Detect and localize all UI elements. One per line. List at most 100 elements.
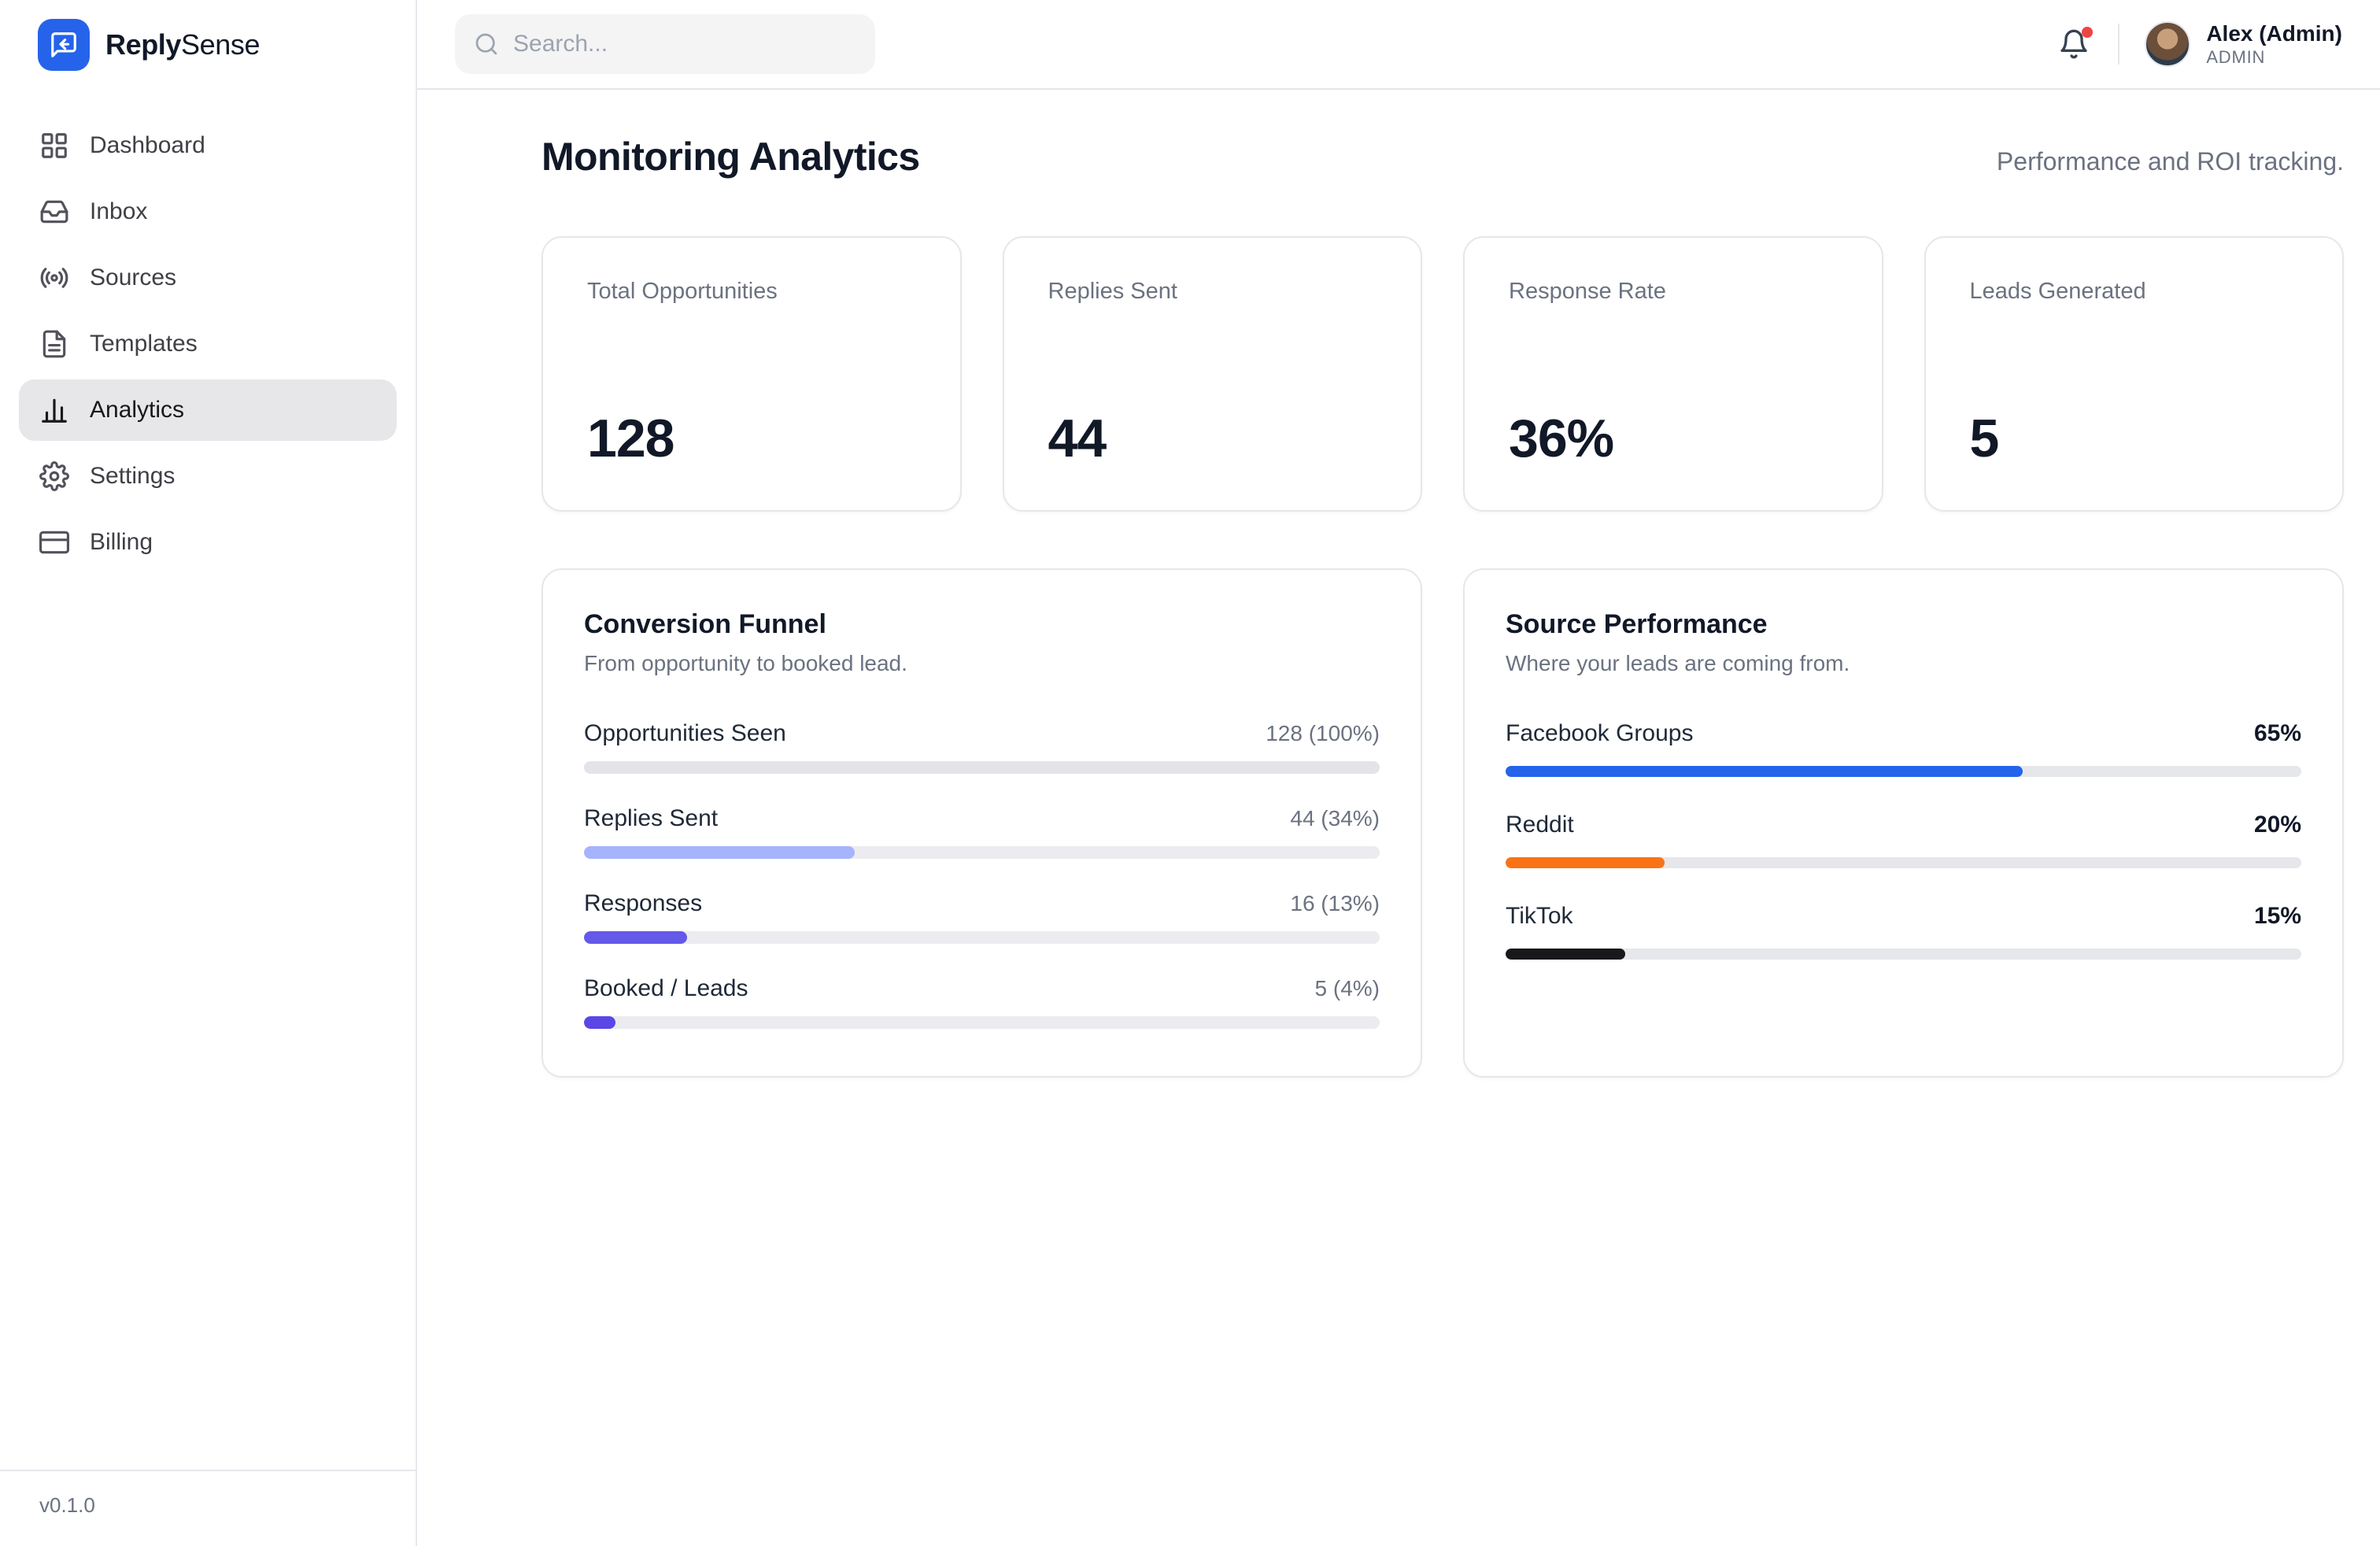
- panels-row: Conversion Funnel From opportunity to bo…: [541, 568, 2344, 1078]
- progress-bar: [584, 1016, 1380, 1029]
- source-row-reddit: Reddit 20%: [1506, 812, 2301, 868]
- progress-bar: [584, 846, 1380, 859]
- progress-bar-fill: [1506, 857, 1665, 868]
- brand-logo-icon: [38, 19, 90, 71]
- user-name: Alex (Admin): [2206, 20, 2342, 47]
- stat-card-replies-sent: Replies Sent 44: [1003, 236, 1423, 512]
- stat-cards: Total Opportunities 128 Replies Sent 44 …: [541, 236, 2344, 512]
- funnel-row-label: Responses: [584, 890, 702, 917]
- topbar-divider: [2118, 24, 2119, 65]
- sidebar-item-label: Dashboard: [90, 132, 205, 159]
- sidebar-item-analytics[interactable]: Analytics: [19, 379, 397, 441]
- content-area: Monitoring Analytics Performance and ROI…: [417, 90, 2380, 1546]
- search-input[interactable]: [513, 31, 856, 57]
- funnel-row-replies-sent: Replies Sent 44 (34%): [584, 805, 1380, 859]
- sidebar-item-settings[interactable]: Settings: [19, 446, 397, 507]
- progress-bar-fill: [584, 846, 855, 859]
- sidebar-item-label: Billing: [90, 529, 153, 556]
- progress-bar: [1506, 766, 2301, 777]
- notifications-button[interactable]: [2055, 25, 2093, 63]
- source-row-label: TikTok: [1506, 903, 1573, 930]
- broadcast-icon: [39, 263, 69, 293]
- panel-title: Source Performance: [1506, 609, 2301, 640]
- document-icon: [39, 329, 69, 359]
- source-performance-panel: Source Performance Where your leads are …: [1463, 568, 2344, 1078]
- sidebar-item-billing[interactable]: Billing: [19, 512, 397, 573]
- source-row-tiktok: TikTok 15%: [1506, 903, 2301, 960]
- panel-subtitle: Where your leads are coming from.: [1506, 651, 2301, 676]
- inbox-icon: [39, 197, 69, 227]
- stat-card-response-rate: Response Rate 36%: [1463, 236, 1883, 512]
- funnel-row-label: Opportunities Seen: [584, 720, 786, 747]
- sidebar-item-dashboard[interactable]: Dashboard: [19, 115, 397, 176]
- sidebar-item-label: Analytics: [90, 397, 184, 423]
- conversion-funnel-panel: Conversion Funnel From opportunity to bo…: [541, 568, 1422, 1078]
- bar-chart-icon: [39, 395, 69, 425]
- funnel-row-value: 128 (100%): [1266, 721, 1380, 746]
- sidebar-item-label: Sources: [90, 264, 176, 291]
- brand-name: ReplySense: [105, 28, 260, 61]
- stat-value: 36%: [1509, 408, 1838, 469]
- source-row-label: Reddit: [1506, 812, 1574, 838]
- stat-label: Leads Generated: [1970, 279, 2299, 305]
- funnel-row-label: Booked / Leads: [584, 975, 748, 1002]
- user-role-badge: ADMIN: [2206, 47, 2342, 68]
- sidebar-item-sources[interactable]: Sources: [19, 247, 397, 309]
- progress-bar-fill: [584, 1016, 615, 1029]
- app-window: ReplySense Dashboard: [0, 0, 2380, 1546]
- source-row-label: Facebook Groups: [1506, 720, 1693, 747]
- progress-bar-fill: [584, 761, 1380, 774]
- user-menu[interactable]: Alex (Admin) ADMIN: [2145, 20, 2342, 68]
- app-version: v0.1.0: [0, 1470, 416, 1546]
- source-row-value: 65%: [2254, 720, 2301, 747]
- topbar: Alex (Admin) ADMIN: [417, 0, 2380, 90]
- stat-value: 5: [1970, 408, 2299, 469]
- funnel-row-value: 5 (4%): [1315, 976, 1380, 1001]
- stat-card-total-opportunities: Total Opportunities 128: [541, 236, 962, 512]
- brand: ReplySense: [0, 0, 416, 90]
- progress-bar: [584, 761, 1380, 774]
- funnel-row-value: 16 (13%): [1290, 891, 1380, 916]
- sidebar-item-label: Templates: [90, 331, 198, 357]
- search-icon: [474, 31, 499, 57]
- panel-title: Conversion Funnel: [584, 609, 1380, 640]
- gear-icon: [39, 461, 69, 491]
- grid-icon: [39, 131, 69, 161]
- sidebar-item-label: Inbox: [90, 198, 147, 225]
- stat-value: 128: [587, 408, 916, 469]
- funnel-row-label: Replies Sent: [584, 805, 718, 832]
- stat-label: Response Rate: [1509, 279, 1838, 305]
- funnel-row-booked-leads: Booked / Leads 5 (4%): [584, 975, 1380, 1029]
- funnel-row-opportunities-seen: Opportunities Seen 128 (100%): [584, 720, 1380, 774]
- notification-dot: [2082, 27, 2093, 38]
- funnel-row-responses: Responses 16 (13%): [584, 890, 1380, 944]
- page-title: Monitoring Analytics: [541, 134, 920, 179]
- page-subtitle: Performance and ROI tracking.: [1997, 147, 2344, 176]
- sidebar-nav: Dashboard Inbox: [0, 90, 416, 1470]
- progress-bar-fill: [584, 931, 687, 944]
- search-box[interactable]: [455, 14, 875, 74]
- stat-card-leads-generated: Leads Generated 5: [1924, 236, 2345, 512]
- topbar-right: Alex (Admin) ADMIN: [2055, 20, 2342, 68]
- source-row-facebook-groups: Facebook Groups 65%: [1506, 720, 2301, 777]
- stat-label: Total Opportunities: [587, 279, 916, 305]
- sidebar: ReplySense Dashboard: [0, 0, 417, 1546]
- credit-card-icon: [39, 527, 69, 557]
- page-header: Monitoring Analytics Performance and ROI…: [541, 134, 2344, 179]
- source-row-value: 15%: [2254, 903, 2301, 930]
- progress-bar: [1506, 949, 2301, 960]
- progress-bar: [1506, 857, 2301, 868]
- avatar: [2145, 21, 2190, 67]
- sidebar-item-templates[interactable]: Templates: [19, 313, 397, 375]
- sidebar-item-label: Settings: [90, 463, 175, 490]
- funnel-row-value: 44 (34%): [1290, 806, 1380, 831]
- main-column: Alex (Admin) ADMIN Monitoring Analytics …: [417, 0, 2380, 1546]
- progress-bar-fill: [1506, 766, 2023, 777]
- stat-value: 44: [1048, 408, 1377, 469]
- panel-subtitle: From opportunity to booked lead.: [584, 651, 1380, 676]
- progress-bar-fill: [1506, 949, 1625, 960]
- stat-label: Replies Sent: [1048, 279, 1377, 305]
- source-row-value: 20%: [2254, 812, 2301, 838]
- sidebar-item-inbox[interactable]: Inbox: [19, 181, 397, 242]
- progress-bar: [584, 931, 1380, 944]
